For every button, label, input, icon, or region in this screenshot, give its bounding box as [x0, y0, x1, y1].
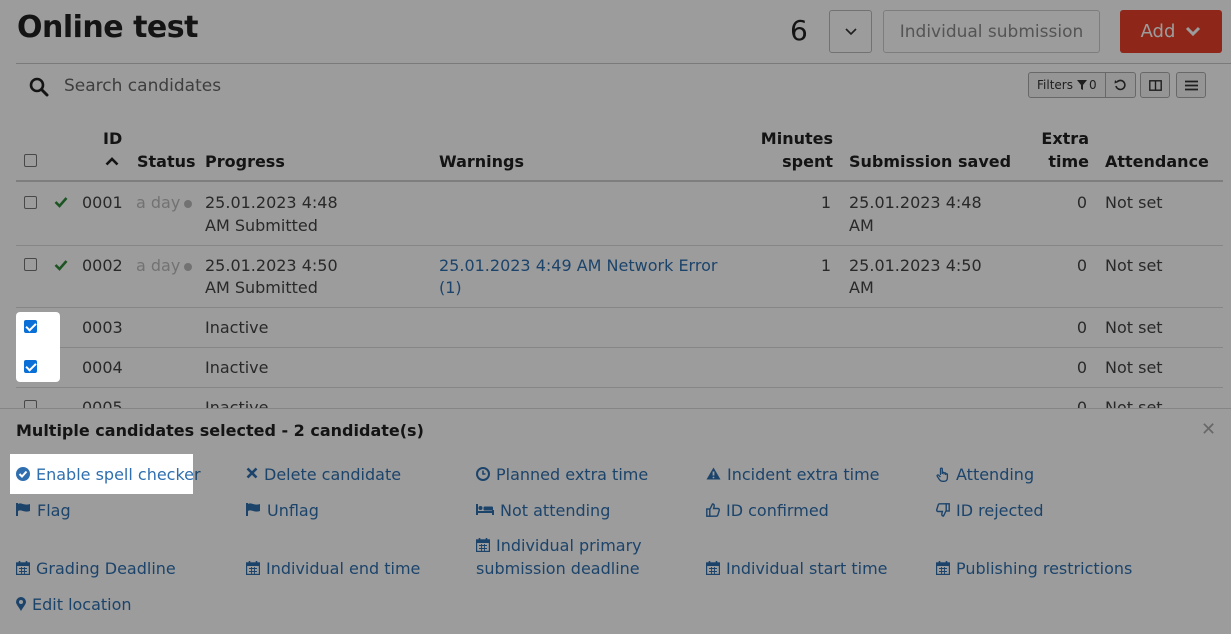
attendance: Not set — [1105, 358, 1163, 377]
row-checkbox[interactable] — [24, 196, 37, 209]
columns-button[interactable] — [1140, 72, 1170, 98]
col-status[interactable]: Status — [137, 150, 196, 173]
progress-line1: 25.01.2023 4:48 — [205, 193, 338, 212]
col-minutes-line1[interactable]: Minutes — [733, 127, 833, 150]
search-input[interactable] — [64, 70, 564, 102]
check-icon — [54, 197, 68, 208]
candidate-id: 0003 — [82, 318, 123, 337]
page-header: Online test 6 Individual submission Add — [0, 0, 1231, 64]
progress-line2: AM Submitted — [205, 278, 318, 297]
sort-ascending-icon — [105, 157, 119, 166]
extra-time: 0 — [1076, 256, 1087, 275]
panel-dim-bottom — [0, 494, 1231, 634]
minutes-spent: 1 — [820, 193, 831, 212]
progress-line2: AM Submitted — [205, 216, 318, 235]
columns-icon — [1148, 79, 1162, 91]
panel-dim-top — [0, 408, 1231, 454]
table-row[interactable]: 0003 Inactive 0 Not set — [16, 308, 1223, 348]
chevron-down-icon — [1186, 26, 1201, 37]
table-row[interactable]: 0002 a day 25.01.2023 4:50 AM Submitted … — [16, 246, 1223, 308]
attendance: Not set — [1105, 256, 1163, 275]
warning-link-count[interactable]: (1) — [439, 276, 462, 299]
submission-saved-line2: AM — [849, 216, 874, 235]
candidate-count: 6 — [790, 14, 808, 47]
select-all-checkbox[interactable] — [24, 154, 37, 167]
minutes-spent: 1 — [820, 256, 831, 275]
count-dropdown-button[interactable] — [829, 10, 872, 53]
page-title: Online test — [17, 10, 198, 45]
panel-dim-left — [0, 454, 10, 494]
submission-saved-line1: 25.01.2023 4:48 — [849, 193, 982, 212]
selected-checkboxes-highlight — [16, 312, 60, 382]
check-circle-icon — [16, 467, 30, 481]
submission-saved-line1: 25.01.2023 4:50 — [849, 256, 982, 275]
col-progress[interactable]: Progress — [205, 150, 285, 173]
extra-time: 0 — [1076, 358, 1087, 377]
table-header: ID Status Progress Warnings Minutes spen… — [16, 122, 1223, 182]
candidate-id: 0004 — [82, 358, 123, 377]
menu-icon — [1184, 80, 1198, 90]
row-checkbox-checked[interactable] — [24, 360, 37, 373]
filter-icon — [1076, 80, 1087, 90]
status-time: a day — [136, 191, 193, 214]
extra-time: 0 — [1076, 193, 1087, 212]
row-checkbox-checked[interactable] — [24, 320, 37, 333]
add-button-label: Add — [1140, 21, 1176, 42]
candidate-id: 0002 — [82, 256, 123, 275]
add-button[interactable]: Add — [1120, 10, 1222, 53]
col-extra-line1[interactable]: Extra — [989, 127, 1089, 150]
col-attendance[interactable]: Attendance — [1105, 150, 1209, 173]
col-submission-saved[interactable]: Submission saved — [849, 150, 1011, 173]
check-icon — [54, 260, 68, 271]
menu-button[interactable] — [1176, 72, 1206, 98]
filters-count: 0 — [1088, 78, 1097, 92]
attendance: Not set — [1105, 318, 1163, 337]
row-checkbox[interactable] — [24, 258, 37, 271]
progress-status: Inactive — [205, 358, 269, 377]
panel-dim-right — [193, 454, 1231, 494]
attendance: Not set — [1105, 193, 1163, 212]
extra-time: 0 — [1076, 318, 1087, 337]
chevron-down-icon — [844, 27, 857, 35]
table-toolbar: Filters 0 — [1028, 72, 1136, 98]
candidate-id: 0001 — [82, 193, 123, 212]
table-row[interactable]: 0001 a day 25.01.2023 4:48 AM Submitted … — [16, 183, 1223, 246]
col-id[interactable]: ID — [103, 127, 122, 150]
warning-link[interactable]: 25.01.2023 4:49 AM Network Error — [439, 254, 717, 277]
filters-label: Filters — [1037, 78, 1073, 92]
col-warnings[interactable]: Warnings — [439, 150, 524, 173]
filters-button[interactable]: Filters 0 — [1028, 72, 1106, 98]
status-time: a day — [136, 254, 193, 277]
individual-submission-button[interactable]: Individual submission — [883, 10, 1100, 53]
col-minutes-line2[interactable]: spent — [733, 150, 833, 173]
table-row[interactable]: 0004 Inactive 0 Not set — [16, 348, 1223, 388]
refresh-icon — [1114, 79, 1126, 91]
search-icon — [29, 77, 49, 97]
col-extra-line2[interactable]: time — [989, 150, 1089, 173]
reset-button[interactable] — [1105, 72, 1136, 98]
submission-saved-line2: AM — [849, 278, 874, 297]
enable-spell-checker-action[interactable]: Enable spell checker — [16, 463, 201, 486]
progress-line1: 25.01.2023 4:50 — [205, 256, 338, 275]
search-bar: Filters 0 — [16, 64, 1231, 108]
progress-status: Inactive — [205, 318, 269, 337]
